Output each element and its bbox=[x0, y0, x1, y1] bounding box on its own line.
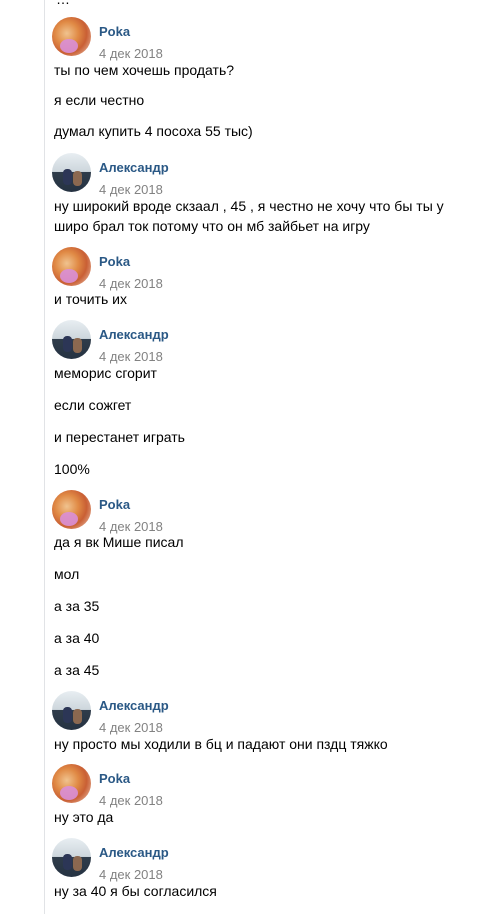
message-text: а за 35 bbox=[54, 598, 100, 614]
previous-message-fragment: … bbox=[56, 0, 70, 7]
avatar[interactable] bbox=[52, 17, 91, 56]
avatar[interactable] bbox=[52, 153, 91, 192]
avatar[interactable] bbox=[52, 320, 91, 359]
author-name[interactable]: Александр bbox=[99, 845, 169, 860]
avatar[interactable] bbox=[52, 764, 91, 803]
avatar[interactable] bbox=[52, 691, 91, 730]
author-name[interactable]: Poka bbox=[99, 497, 130, 512]
message-date[interactable]: 4 дек 2018 bbox=[99, 793, 163, 808]
message-text: думал купить 4 посоха 55 тыс) bbox=[54, 123, 253, 139]
avatar[interactable] bbox=[52, 838, 91, 877]
message-date[interactable]: 4 дек 2018 bbox=[99, 46, 163, 61]
message-text: и перестанет играть bbox=[54, 429, 185, 445]
author-name[interactable]: Александр bbox=[99, 698, 169, 713]
message-text: широ брал ток потому что он мб зайбьет н… bbox=[54, 218, 370, 234]
author-name[interactable]: Poka bbox=[99, 24, 130, 39]
message-date[interactable]: 4 дек 2018 bbox=[99, 182, 163, 197]
message-text: меморис сгорит bbox=[54, 365, 157, 381]
message-text: а за 45 bbox=[54, 662, 100, 678]
message-date[interactable]: 4 дек 2018 bbox=[99, 867, 163, 882]
message-text: ну за 40 я бы согласился bbox=[54, 883, 217, 899]
message-text: ну широкий вроде скзаал , 45 , я честно … bbox=[54, 198, 444, 214]
message-date[interactable]: 4 дек 2018 bbox=[99, 519, 163, 534]
message-text: если сожгет bbox=[54, 397, 132, 413]
message-text: и точить их bbox=[54, 291, 127, 307]
message-text: ну это да bbox=[54, 809, 114, 825]
avatar[interactable] bbox=[52, 247, 91, 286]
message-date[interactable]: 4 дек 2018 bbox=[99, 276, 163, 291]
message-date[interactable]: 4 дек 2018 bbox=[99, 349, 163, 364]
author-name[interactable]: Александр bbox=[99, 160, 169, 175]
message-date[interactable]: 4 дек 2018 bbox=[99, 720, 163, 735]
message-text: да я вк Мише писал bbox=[54, 534, 184, 550]
message-text: я если честно bbox=[54, 92, 145, 108]
author-name[interactable]: Poka bbox=[99, 254, 130, 269]
author-name[interactable]: Александр bbox=[99, 327, 169, 342]
message-text: ну просто мы ходили в бц и падают они пз… bbox=[54, 736, 388, 752]
author-name[interactable]: Poka bbox=[99, 771, 130, 786]
message-text: мол bbox=[54, 566, 80, 582]
left-divider bbox=[44, 0, 45, 914]
message-text: а за 40 bbox=[54, 630, 100, 646]
avatar[interactable] bbox=[52, 490, 91, 529]
message-text: ты по чем хочешь продать? bbox=[54, 62, 235, 78]
message-text: 100% bbox=[54, 461, 90, 477]
